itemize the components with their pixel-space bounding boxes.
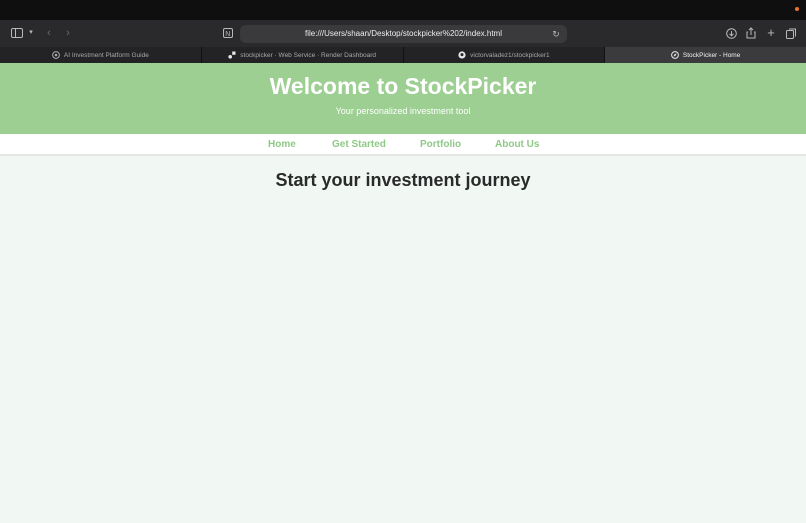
nav-portfolio-link[interactable]: Portfolio	[420, 134, 461, 156]
browser-toolbar: ▾ ‹ › N file:///Users/shaan/Desktop/stoc…	[0, 20, 806, 47]
github-icon	[458, 51, 466, 59]
download-icon[interactable]	[725, 26, 737, 40]
chevron-down-icon[interactable]: ▾	[27, 26, 35, 40]
page-title: Welcome to StockPicker	[269, 73, 537, 99]
openai-icon	[52, 51, 60, 59]
address-text: file:///Users/shaan/Desktop/stockpicker%…	[305, 29, 502, 38]
tab-github-repo[interactable]: victorvaladez1/stockpicker1	[404, 47, 606, 63]
new-tab-icon[interactable]: +	[765, 26, 777, 40]
tab-label: AI Investment Platform Guide	[63, 51, 149, 59]
section-heading: Start your investment journey	[275, 170, 531, 190]
address-bar[interactable]: file:///Users/shaan/Desktop/stockpicker%…	[240, 25, 567, 43]
share-icon[interactable]	[745, 26, 757, 40]
tab-label: victorvaladez1/stockpicker1	[470, 51, 550, 59]
tab-label: stockpicker · Web Service · Render Dashb…	[240, 51, 376, 59]
nav-home-link[interactable]: Home	[268, 134, 296, 156]
compass-icon	[671, 51, 679, 59]
main-nav: Home Get Started Portfolio About Us	[0, 134, 806, 156]
nav-get-started-link[interactable]: Get Started	[332, 134, 386, 156]
tab-render-dashboard[interactable]: stockpicker · Web Service · Render Dashb…	[202, 47, 404, 63]
back-icon[interactable]: ‹	[44, 26, 54, 40]
tab-label: StockPicker - Home	[682, 51, 741, 59]
reload-icon[interactable]: ↻	[550, 28, 562, 40]
tab-stockpicker-home[interactable]: StockPicker - Home	[605, 47, 806, 63]
page-subtitle: Your personalized investment tool	[335, 106, 471, 116]
recording-indicator-icon	[795, 7, 799, 11]
tab-ai-guide[interactable]: AI Investment Platform Guide	[0, 47, 202, 63]
hero-header: Welcome to StockPicker Your personalized…	[0, 63, 806, 134]
system-bar	[0, 0, 806, 20]
notion-icon[interactable]: N	[222, 26, 234, 40]
forward-icon[interactable]: ›	[63, 26, 73, 40]
svg-text:N: N	[225, 31, 230, 38]
tab-bar: AI Investment Platform Guide stockpicker…	[0, 47, 806, 63]
tab-overview-icon[interactable]	[785, 26, 797, 40]
nav-about-us-link[interactable]: About Us	[495, 134, 539, 156]
render-icon	[228, 51, 236, 59]
sidebar-toggle-icon[interactable]	[10, 26, 24, 40]
